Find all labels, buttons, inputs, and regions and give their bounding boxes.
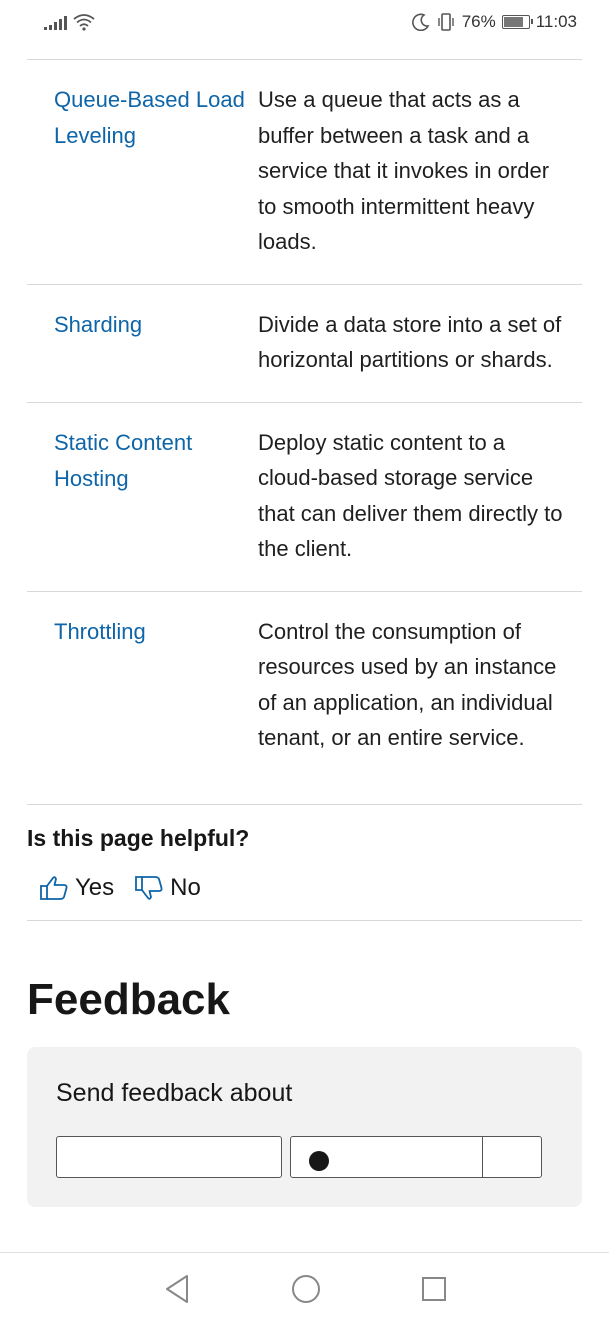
pattern-description: Use a queue that acts as a buffer betwee… — [258, 87, 550, 254]
pattern-description: Control the consumption of resources use… — [258, 618, 557, 751]
pattern-link[interactable]: Static Content Hosting — [27, 425, 258, 567]
send-feedback-label: Send feedback about — [56, 1078, 293, 1107]
pattern-description: Divide a data store into a set of horizo… — [258, 311, 562, 373]
table-row: Sharding Divide a data store into a set … — [27, 283, 582, 402]
feedback-option-button[interactable] — [290, 1135, 542, 1178]
status-left — [44, 13, 95, 31]
no-button[interactable]: No — [134, 874, 201, 902]
navigation-bar — [0, 1252, 609, 1324]
helpful-question: Is this page helpful? — [27, 824, 250, 851]
vibrate-icon — [437, 13, 454, 31]
recents-icon[interactable] — [421, 1276, 447, 1302]
back-icon[interactable] — [163, 1274, 191, 1304]
dropdown-segment[interactable] — [482, 1136, 541, 1177]
feedback-heading: Feedback — [27, 974, 230, 1024]
moon-icon — [411, 13, 430, 31]
feedback-option-button[interactable] — [56, 1135, 282, 1178]
battery-icon — [501, 15, 533, 29]
yes-button[interactable]: Yes — [39, 874, 114, 902]
no-label: No — [170, 873, 201, 901]
pattern-link[interactable]: Throttling — [27, 614, 258, 756]
feedback-panel: Send feedback about — [27, 1046, 582, 1207]
pattern-link[interactable]: Queue-Based Load Leveling — [27, 82, 258, 260]
github-icon — [309, 1150, 329, 1171]
signal-icon — [44, 14, 67, 30]
wifi-icon — [73, 14, 95, 31]
thumbs-up-icon — [40, 875, 68, 900]
table-row: Static Content Hosting Deploy static con… — [27, 401, 582, 591]
clock: 11:03 — [535, 12, 577, 31]
table-row: Queue-Based Load Leveling Use a queue th… — [27, 59, 582, 284]
home-icon[interactable] — [291, 1274, 321, 1304]
main-content: Queue-Based Load Leveling Use a queue th… — [27, 59, 582, 1207]
pattern-description: Deploy static content to a cloud-based s… — [258, 429, 563, 562]
helpful-section: Is this page helpful? Yes No — [27, 803, 582, 921]
vote-buttons: Yes No — [27, 874, 582, 902]
table-row: Throttling Control the consumption of re… — [27, 590, 582, 804]
thumbs-down-icon — [135, 875, 163, 900]
status-right: 76% 11:03 — [411, 12, 577, 32]
status-bar: 76% 11:03 — [0, 0, 609, 44]
yes-label: Yes — [75, 873, 115, 901]
pattern-link[interactable]: Sharding — [27, 307, 258, 378]
feedback-choices — [56, 1135, 553, 1178]
battery-percent: 76% — [461, 12, 496, 31]
